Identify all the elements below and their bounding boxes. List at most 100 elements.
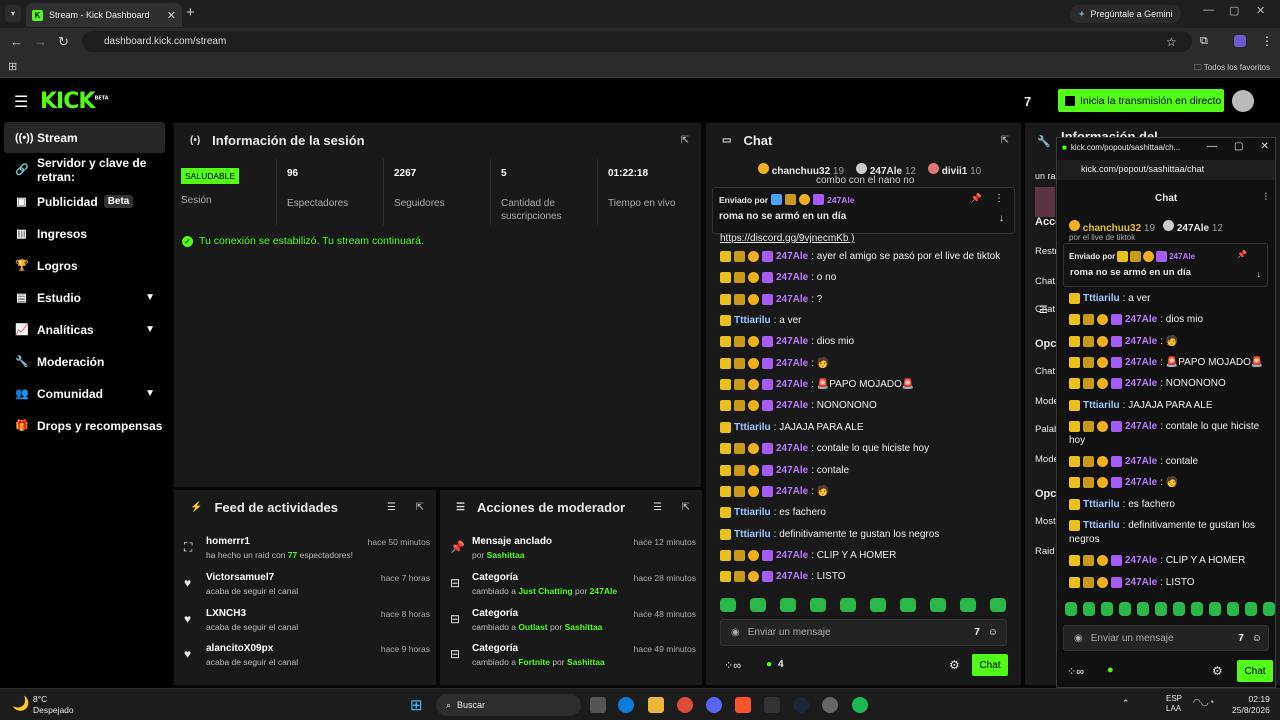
chat-message[interactable]: 247Ale: dios mio — [1069, 314, 1203, 326]
weather-widget[interactable]: 8°C Despejado — [33, 694, 74, 716]
chat-message[interactable]: Tttiarilu: JAJAJA PARA ALE — [1069, 399, 1213, 411]
sidebar-item-studio[interactable]: ▤ Estudio ▼ — [4, 282, 165, 313]
emote-icon[interactable] — [1137, 602, 1149, 616]
emote-icon[interactable] — [840, 598, 856, 612]
profile-icon[interactable] — [1234, 35, 1246, 47]
epic-icon[interactable] — [764, 697, 780, 713]
emote-icon[interactable] — [1083, 602, 1095, 616]
emote-icon[interactable] — [1065, 602, 1077, 616]
menu-dots-icon[interactable]: ⋮ — [1261, 34, 1273, 48]
brave-icon[interactable] — [735, 697, 751, 713]
sidebar-item-revenue[interactable]: ▥ Ingresos — [4, 218, 165, 249]
emote-icon[interactable] — [780, 598, 796, 612]
emote-icon[interactable] — [750, 598, 766, 612]
arrow-down-icon[interactable]: ↓ — [1257, 269, 1262, 279]
extensions-icon[interactable]: ⧉ — [1200, 35, 1208, 48]
emote-icon[interactable] — [990, 598, 1006, 612]
chat-message[interactable]: Tttiarilu: JAJAJA PARA ALE — [720, 421, 864, 433]
sidebar-item-community[interactable]: 👥 Comunidad ▼ — [4, 378, 165, 409]
chat-message[interactable]: 247Ale: contale lo que hiciste — [1069, 420, 1259, 432]
emote-icon[interactable] — [1155, 602, 1167, 616]
chat-message[interactable]: Tttiarilu: a ver — [720, 315, 801, 327]
emote-icon[interactable] — [1227, 602, 1239, 616]
discord-link[interactable]: https://discord.gg/9vjnecmKb ) — [720, 233, 855, 244]
filter-icon[interactable]: ☰ — [387, 502, 396, 513]
7tv-icon[interactable]: 7 — [974, 627, 980, 638]
popup-url-bar[interactable]: kick.com/popout/sashittaa/chat — [1057, 160, 1275, 180]
filter-icon[interactable]: ☰ — [653, 502, 662, 513]
forward-icon[interactable]: → — [34, 34, 47, 49]
sidebar-item-ads[interactable]: ▣ Publicidad Beta — [4, 186, 165, 217]
7tv-icon[interactable]: 7 — [1024, 94, 1031, 109]
smiley-icon[interactable]: ☺ — [1252, 633, 1262, 644]
gear-icon[interactable]: ⚙ — [1212, 664, 1223, 678]
maximize-icon[interactable]: ▢ — [1229, 4, 1239, 17]
emote-icon[interactable] — [1119, 602, 1131, 616]
hamburger-menu-icon[interactable]: ☰ — [14, 92, 28, 112]
7tv-icon[interactable]: 7 — [1238, 633, 1244, 644]
emote-icon[interactable] — [1209, 602, 1221, 616]
popup-window-controls[interactable]: — ▢ ✕ — [1207, 141, 1269, 152]
users-icon[interactable]: ⫶ — [1265, 192, 1268, 203]
emote-icon[interactable] — [1191, 602, 1203, 616]
chat-message[interactable]: 247Ale: CLIP Y A HOMER — [720, 549, 896, 561]
close-window-icon[interactable]: ✕ — [1256, 4, 1265, 17]
chat-message[interactable]: 247Ale: CLIP Y A HOMER — [1069, 555, 1245, 567]
pinned-message[interactable]: Enviado por 247Ale roma no se armó en un … — [712, 187, 1015, 234]
popout-icon[interactable]: ⇱ — [416, 502, 424, 513]
steam-icon[interactable] — [793, 697, 809, 713]
gear-icon[interactable]: ⚙ — [949, 658, 960, 672]
spotify-icon[interactable] — [852, 697, 868, 713]
chevron-up-icon[interactable]: ⌃ — [1122, 698, 1130, 709]
gemini-button[interactable]: ✦ Pregúntale a Gemini — [1070, 5, 1181, 23]
chat-message[interactable]: Tttiarilu: definitivamente te gustan los — [1069, 520, 1255, 531]
language-indicator[interactable]: ESP LAA — [1166, 694, 1182, 714]
chat-message[interactable]: 247Ale: 🚨PAPO MOJADO🚨 — [1069, 356, 1263, 368]
reload-icon[interactable]: ↻ — [58, 34, 69, 50]
chat-send-button[interactable]: Chat — [1237, 660, 1273, 682]
popout-icon[interactable]: ⇱ — [1001, 135, 1009, 146]
emote-icon[interactable] — [900, 598, 916, 612]
bookmark-star-icon[interactable]: ☆ — [1166, 35, 1177, 49]
sidebar-item-server-key[interactable]: 🔗 Servidor y clave de retran: — [4, 154, 165, 185]
taskbar-search[interactable]: ⌕ Buscar — [436, 694, 581, 716]
chat-message[interactable]: 247Ale: 🚨PAPO MOJADO🚨 — [720, 379, 914, 391]
edge-icon[interactable] — [618, 697, 634, 713]
chat-message[interactable]: 247Ale: 🧑 — [1069, 335, 1178, 347]
tab-search-button[interactable]: ▾ — [5, 5, 21, 22]
task-view-icon[interactable] — [590, 697, 606, 713]
close-tab-icon[interactable]: ✕ — [167, 9, 176, 22]
top-gifter[interactable]: chanchuu32 19 — [1069, 220, 1155, 234]
chat-message[interactable]: 247Ale: o no — [720, 272, 836, 284]
top-gifter[interactable]: divii1 10 — [927, 163, 981, 177]
emote-icon[interactable] — [1173, 602, 1185, 616]
url-input[interactable]: dashboard.kick.com/stream — [82, 31, 1192, 52]
chat-message[interactable]: 247Ale: dios mio — [720, 336, 854, 348]
popup-chat-input[interactable]: ◉ Enviar un mensaje 7 ☺ — [1063, 625, 1269, 651]
popout-icon[interactable]: ⇱ — [682, 502, 690, 513]
new-tab-button[interactable]: + — [186, 4, 195, 21]
emote-icon[interactable] — [1263, 602, 1275, 616]
chat-message[interactable]: 247Ale: NONONONO — [1069, 378, 1226, 390]
wifi-icon[interactable]: ◠◡◔ — [1193, 697, 1214, 708]
clock[interactable]: 02:19 25/8/2026 — [1232, 694, 1270, 716]
more-options-icon[interactable]: ⋮ — [994, 193, 1004, 204]
chat-message[interactable]: 247Ale: 🧑 — [720, 485, 829, 497]
chat-message[interactable]: 247Ale: ? — [720, 293, 822, 305]
chat-message[interactable]: 247Ale: LISTO — [720, 571, 846, 583]
all-favorites-link[interactable]: 🗀 Todos los favoritos — [1194, 62, 1270, 76]
back-icon[interactable]: ← — [10, 34, 23, 49]
chat-message[interactable]: 247Ale: ayer el amigo se pasó por el liv… — [720, 251, 1000, 262]
chat-message[interactable]: 247Ale: contale — [720, 464, 849, 476]
explorer-icon[interactable] — [648, 697, 664, 713]
go-live-button[interactable]: Inicia la transmisión en directo — [1058, 89, 1224, 112]
user-avatar[interactable] — [1232, 90, 1254, 112]
chat-message[interactable]: Tttiarilu: definitivamente te gustan los… — [720, 528, 939, 540]
browser-tab[interactable]: K Stream - Kick Dashboard ✕ — [26, 3, 182, 27]
chrome-icon[interactable] — [677, 697, 693, 713]
sidebar-item-analytics[interactable]: 📈 Analíticas ▼ — [4, 314, 165, 345]
emote-icon[interactable] — [870, 598, 886, 612]
chat-message[interactable]: 247Ale: LISTO — [1069, 576, 1195, 588]
sidebar-item-moderation[interactable]: 🔧 Moderación — [4, 346, 165, 377]
chat-message[interactable]: Tttiarilu: a ver — [1069, 293, 1150, 304]
